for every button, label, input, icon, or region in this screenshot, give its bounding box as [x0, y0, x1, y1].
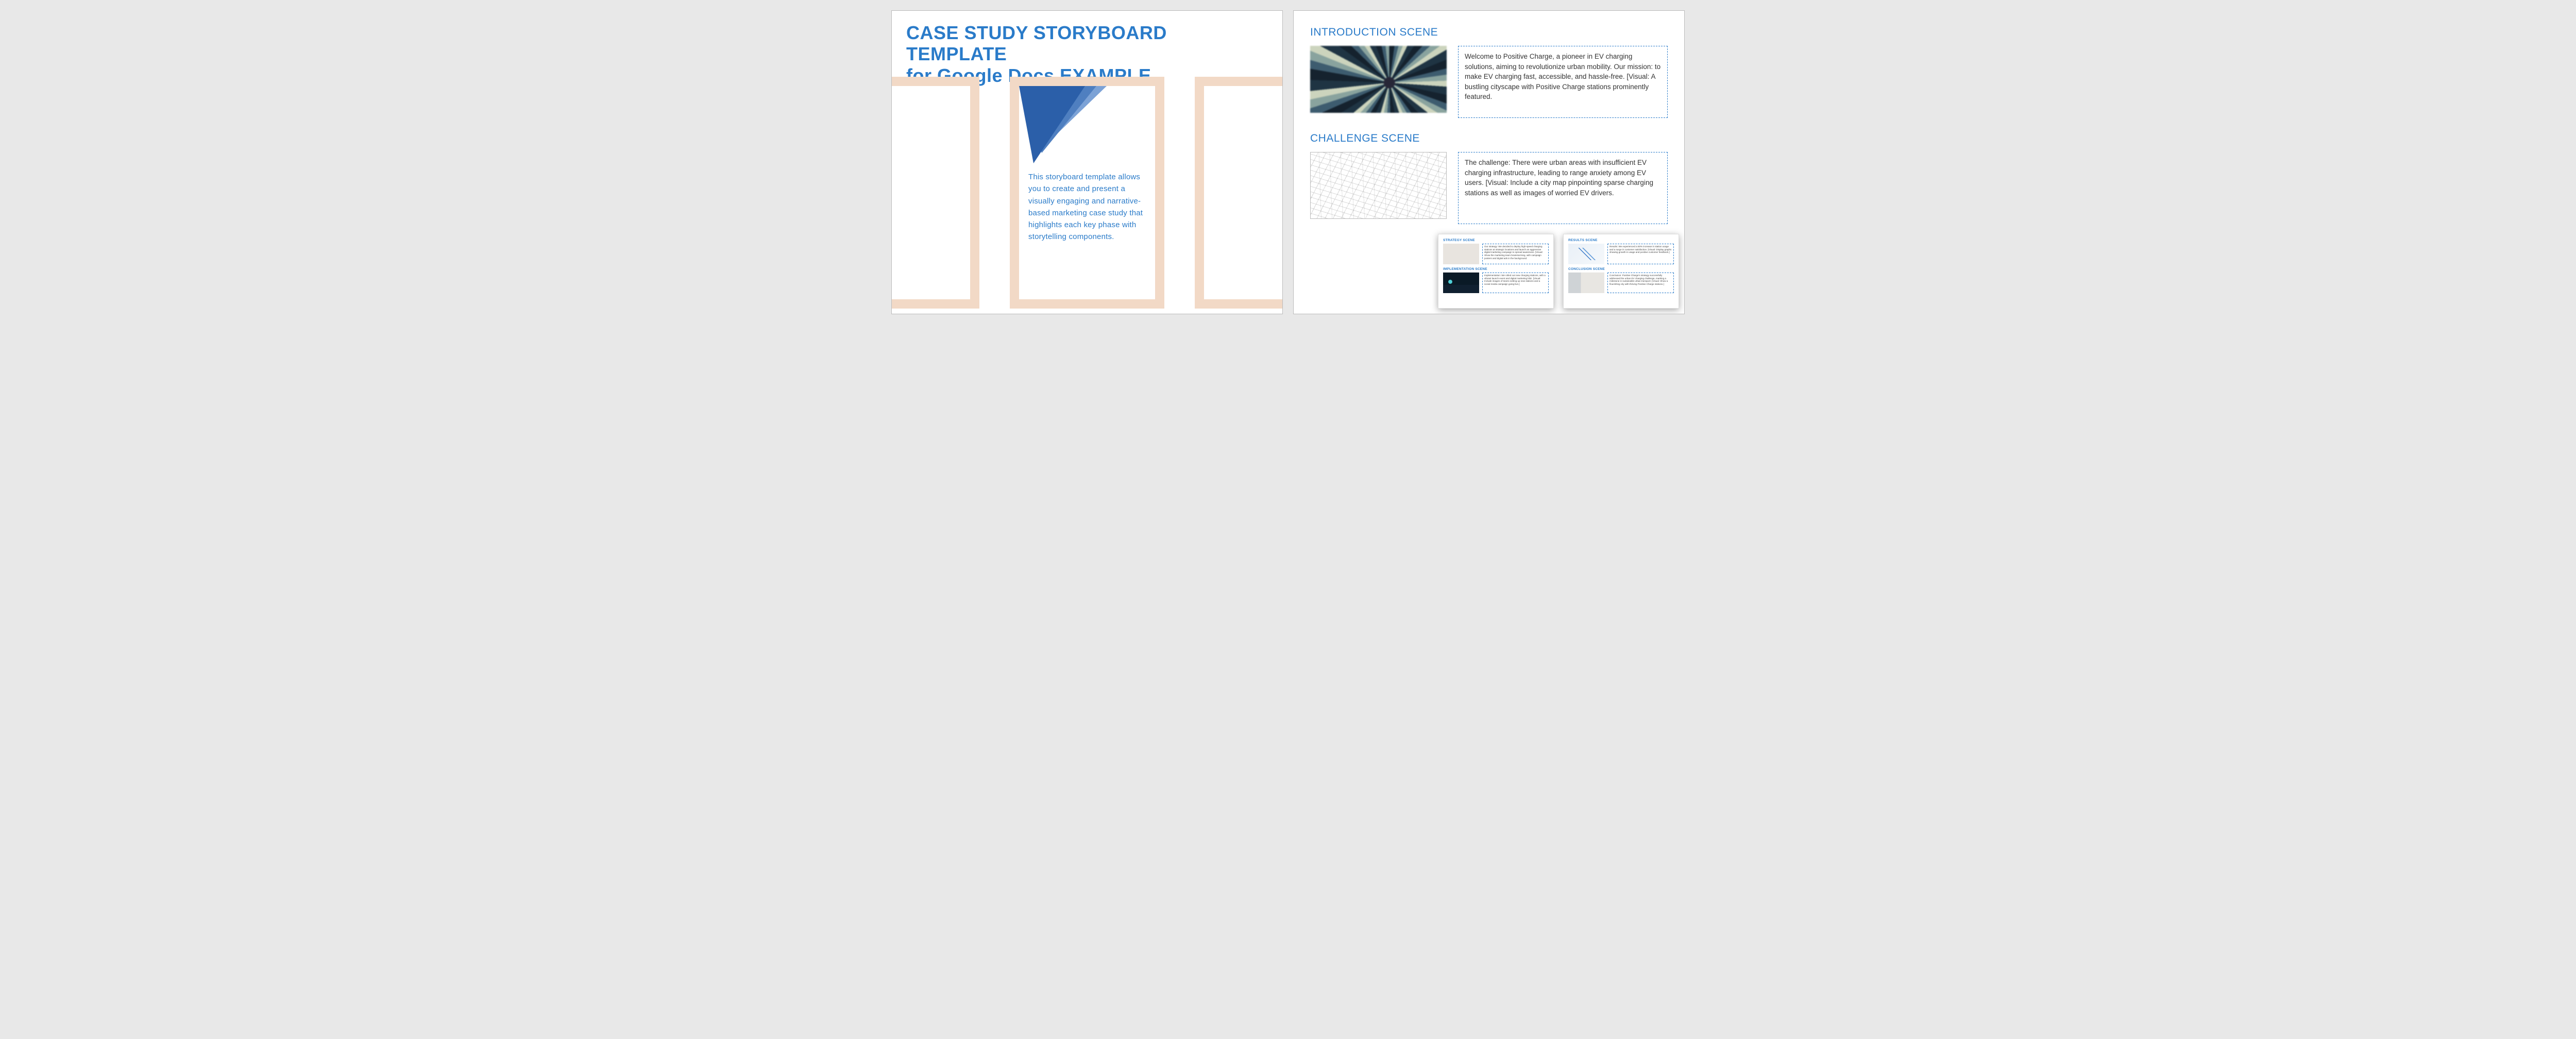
cover-frame-left — [891, 77, 979, 309]
thumb-scene-strategy: STRATEGY SCENE Our strategy: We decided … — [1443, 239, 1549, 264]
thumb-title: CONCLUSION SCENE — [1568, 267, 1674, 271]
thumb-desc: Our strategy: We decided to deploy high-… — [1482, 244, 1549, 264]
thumb-desc: Implementation: We rolled out new chargi… — [1482, 272, 1549, 293]
scene-row: The challenge: There were urban areas wi… — [1310, 152, 1668, 224]
thumb-scene-results: RESULTS SCENE Results: We experienced a … — [1568, 239, 1674, 264]
cover-frames-row: This storyboard template allows you to c… — [891, 77, 1283, 309]
thumb-title: RESULTS SCENE — [1568, 239, 1674, 242]
title-line-1: CASE STUDY STORYBOARD TEMPLATE — [906, 22, 1167, 64]
scene-image-map — [1310, 152, 1447, 219]
thumb-desc: Results: We experienced a 50% increase i… — [1607, 244, 1674, 264]
thumbnail-overlay-group: STRATEGY SCENE Our strategy: We decided … — [1438, 234, 1679, 309]
page-2-scenes: INTRODUCTION SCENE Welcome to Positive C… — [1293, 10, 1685, 314]
cover-frame-center: This storyboard template allows you to c… — [1010, 77, 1164, 309]
thumb-image-car — [1443, 272, 1479, 293]
page-1-cover: CASE STUDY STORYBOARD TEMPLATE for Googl… — [891, 10, 1283, 314]
thumb-title: STRATEGY SCENE — [1443, 239, 1549, 242]
thumbnail-page-4: RESULTS SCENE Results: We experienced a … — [1563, 234, 1679, 309]
scene-title: INTRODUCTION SCENE — [1310, 26, 1668, 39]
scene-image-tunnel — [1310, 46, 1447, 113]
thumbnail-page-3: STRATEGY SCENE Our strategy: We decided … — [1438, 234, 1554, 309]
thumb-image-person — [1568, 272, 1604, 293]
scene-description: The challenge: There were urban areas wi… — [1458, 152, 1668, 224]
cover-intro-text: This storyboard template allows you to c… — [1028, 171, 1146, 243]
document-title: CASE STUDY STORYBOARD TEMPLATE for Googl… — [892, 11, 1282, 86]
thumb-scene-conclusion: CONCLUSION SCENE Conclusion: Positive Ch… — [1568, 267, 1674, 293]
scene-row: Welcome to Positive Charge, a pioneer in… — [1310, 46, 1668, 118]
thumb-title: IMPLEMENTATION SCENE — [1443, 267, 1549, 271]
scene-challenge: CHALLENGE SCENE The challenge: There wer… — [1310, 132, 1668, 224]
scene-description: Welcome to Positive Charge, a pioneer in… — [1458, 46, 1668, 118]
thumb-image-team — [1443, 244, 1479, 264]
cover-frame-right — [1195, 77, 1283, 309]
thumb-scene-implementation: IMPLEMENTATION SCENE Implementation: We … — [1443, 267, 1549, 293]
thumb-image-chart — [1568, 244, 1604, 264]
thumb-desc: Conclusion: Positive Charge's strategy s… — [1607, 272, 1674, 293]
scene-introduction: INTRODUCTION SCENE Welcome to Positive C… — [1310, 26, 1668, 118]
scene-title: CHALLENGE SCENE — [1310, 132, 1668, 145]
triangle-graphic-icon — [1019, 86, 1107, 163]
